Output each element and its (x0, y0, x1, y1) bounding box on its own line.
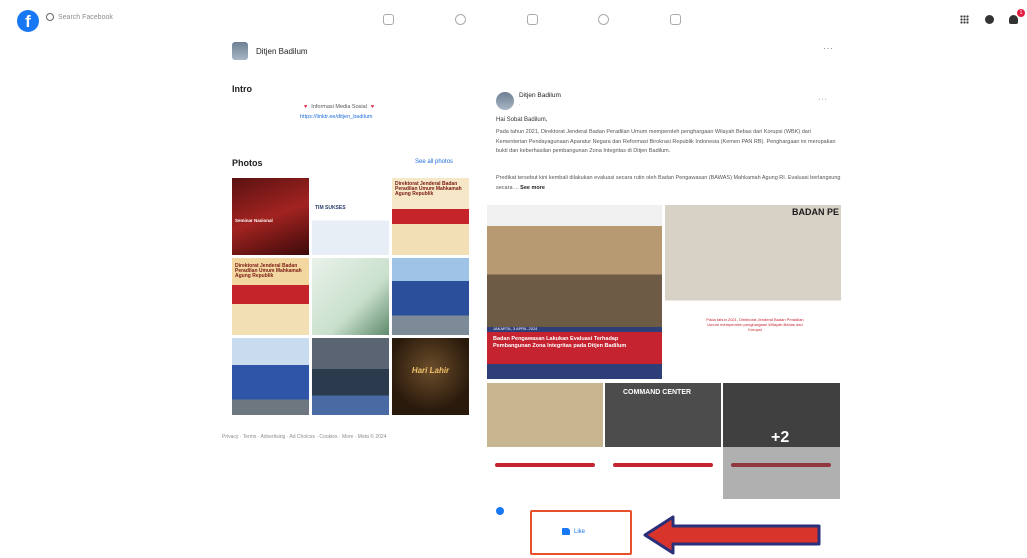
photo-caption: Direktorat Jenderal Badan Peradilan Umum… (395, 181, 462, 197)
image-caption-bar (613, 463, 713, 467)
home-icon[interactable] (383, 14, 394, 25)
menu-grid-icon[interactable] (960, 15, 969, 24)
gaming-icon[interactable] (670, 14, 681, 25)
photo-tile[interactable]: Hari Lahir (392, 338, 469, 415)
facebook-logo-icon[interactable]: f (17, 10, 39, 32)
photo-tile[interactable] (312, 338, 389, 415)
heart-icon: ♥ (370, 104, 375, 110)
photo-caption: Hari Lahir (411, 366, 450, 375)
post-paragraph: Predikat tersebut kini kembali dilakukan… (496, 174, 841, 193)
marketplace-icon[interactable] (527, 14, 538, 25)
heart-icon: ♥ (304, 104, 308, 110)
search-icon (46, 13, 54, 21)
notifications-icon[interactable] (1009, 15, 1018, 24)
profile-more-icon[interactable]: ··· (823, 44, 834, 53)
image-banner-text: BADAN PE (791, 207, 839, 217)
like-label: Like (574, 528, 586, 535)
profile-name[interactable]: Ditjen Badilum (256, 47, 308, 56)
video-icon[interactable] (455, 14, 466, 25)
image-caption-bar (495, 463, 595, 467)
post-image-bottom-middle[interactable]: COMMAND CENTER (605, 383, 721, 499)
photo-caption: Direktorat Jenderal Badan Peradilan Umum… (235, 263, 302, 279)
notification-badge: 1 (1017, 9, 1025, 17)
image-caption: Pada tahun 2021, Direktorat Jenderal Bad… (706, 317, 804, 332)
photo-grid: Seminar Nasional TIM SUKSES Direktorat J… (232, 178, 470, 419)
more-images-count[interactable]: +2 (771, 429, 789, 447)
profile-header: Ditjen Badilum (232, 40, 308, 62)
search-placeholder: Search Facebook (58, 13, 113, 21)
thumbs-up-icon (562, 528, 570, 535)
footer-links[interactable]: Privacy · Terms · Advertising · Ad Choic… (222, 434, 386, 440)
see-all-photos-link[interactable]: See all photos (415, 159, 453, 165)
photo-tile[interactable] (392, 258, 469, 335)
intro-bio: ♥ Informasi Media Sosial ♥ (300, 104, 378, 110)
image-date: JAKARTA, 3 APRIL 2024 (493, 326, 538, 331)
post-image-main[interactable]: JAKARTA, 3 APRIL 2024 Badan Pengawasan L… (487, 205, 662, 379)
post-options-icon[interactable]: ··· (818, 96, 828, 103)
photo-tile[interactable]: Seminar Nasional (232, 178, 309, 255)
post-meta: · (519, 102, 521, 108)
like-button[interactable]: Like (562, 528, 585, 535)
intro-bio-text: Informasi Media Sosial (311, 104, 367, 110)
photo-tile[interactable]: Direktorat Jenderal Badan Peradilan Umum… (232, 258, 309, 335)
photo-caption: TIM SUKSES (315, 205, 346, 211)
like-reaction-icon[interactable] (496, 507, 504, 515)
groups-icon[interactable] (598, 14, 609, 25)
post-image-top-right[interactable]: BADAN PE Pada tahun 2021, Direktorat Jen… (665, 205, 841, 379)
messenger-icon[interactable] (985, 15, 994, 24)
intro-heading: Intro (232, 84, 252, 94)
post-paragraph: Pada tahun 2021, Direktorat Jenderal Bad… (496, 129, 836, 154)
top-navigation-bar: f Search Facebook 1 (0, 0, 1027, 40)
search-field[interactable]: Search Facebook (46, 13, 113, 21)
intro-link[interactable]: https://linktr.ee/ditjen_badilum (300, 114, 372, 120)
post-image-bottom-left[interactable] (487, 383, 603, 499)
post-paragraph-text: Predikat tersebut kini kembali dilakukan… (496, 175, 841, 191)
image-banner-text: COMMAND CENTER (623, 389, 692, 396)
image-caption: Badan Pengawasan Lakukan Evaluasi Terhad… (493, 336, 627, 349)
post-greeting: Hai Sobat Badilum, (496, 117, 548, 123)
photo-tile[interactable] (312, 258, 389, 335)
photo-caption: Seminar Nasional (235, 218, 273, 223)
post-author-avatar[interactable] (496, 92, 514, 110)
pointer-arrow-icon (643, 515, 821, 555)
photo-tile[interactable]: Direktorat Jenderal Badan Peradilan Umum… (392, 178, 469, 255)
profile-avatar[interactable] (232, 42, 248, 60)
photos-heading: Photos (232, 158, 263, 168)
post-author-name[interactable]: Ditjen Badilum (519, 92, 561, 99)
photo-tile[interactable]: TIM SUKSES (312, 178, 389, 255)
photo-tile[interactable] (232, 338, 309, 415)
see-more-link[interactable]: See more (520, 185, 545, 191)
